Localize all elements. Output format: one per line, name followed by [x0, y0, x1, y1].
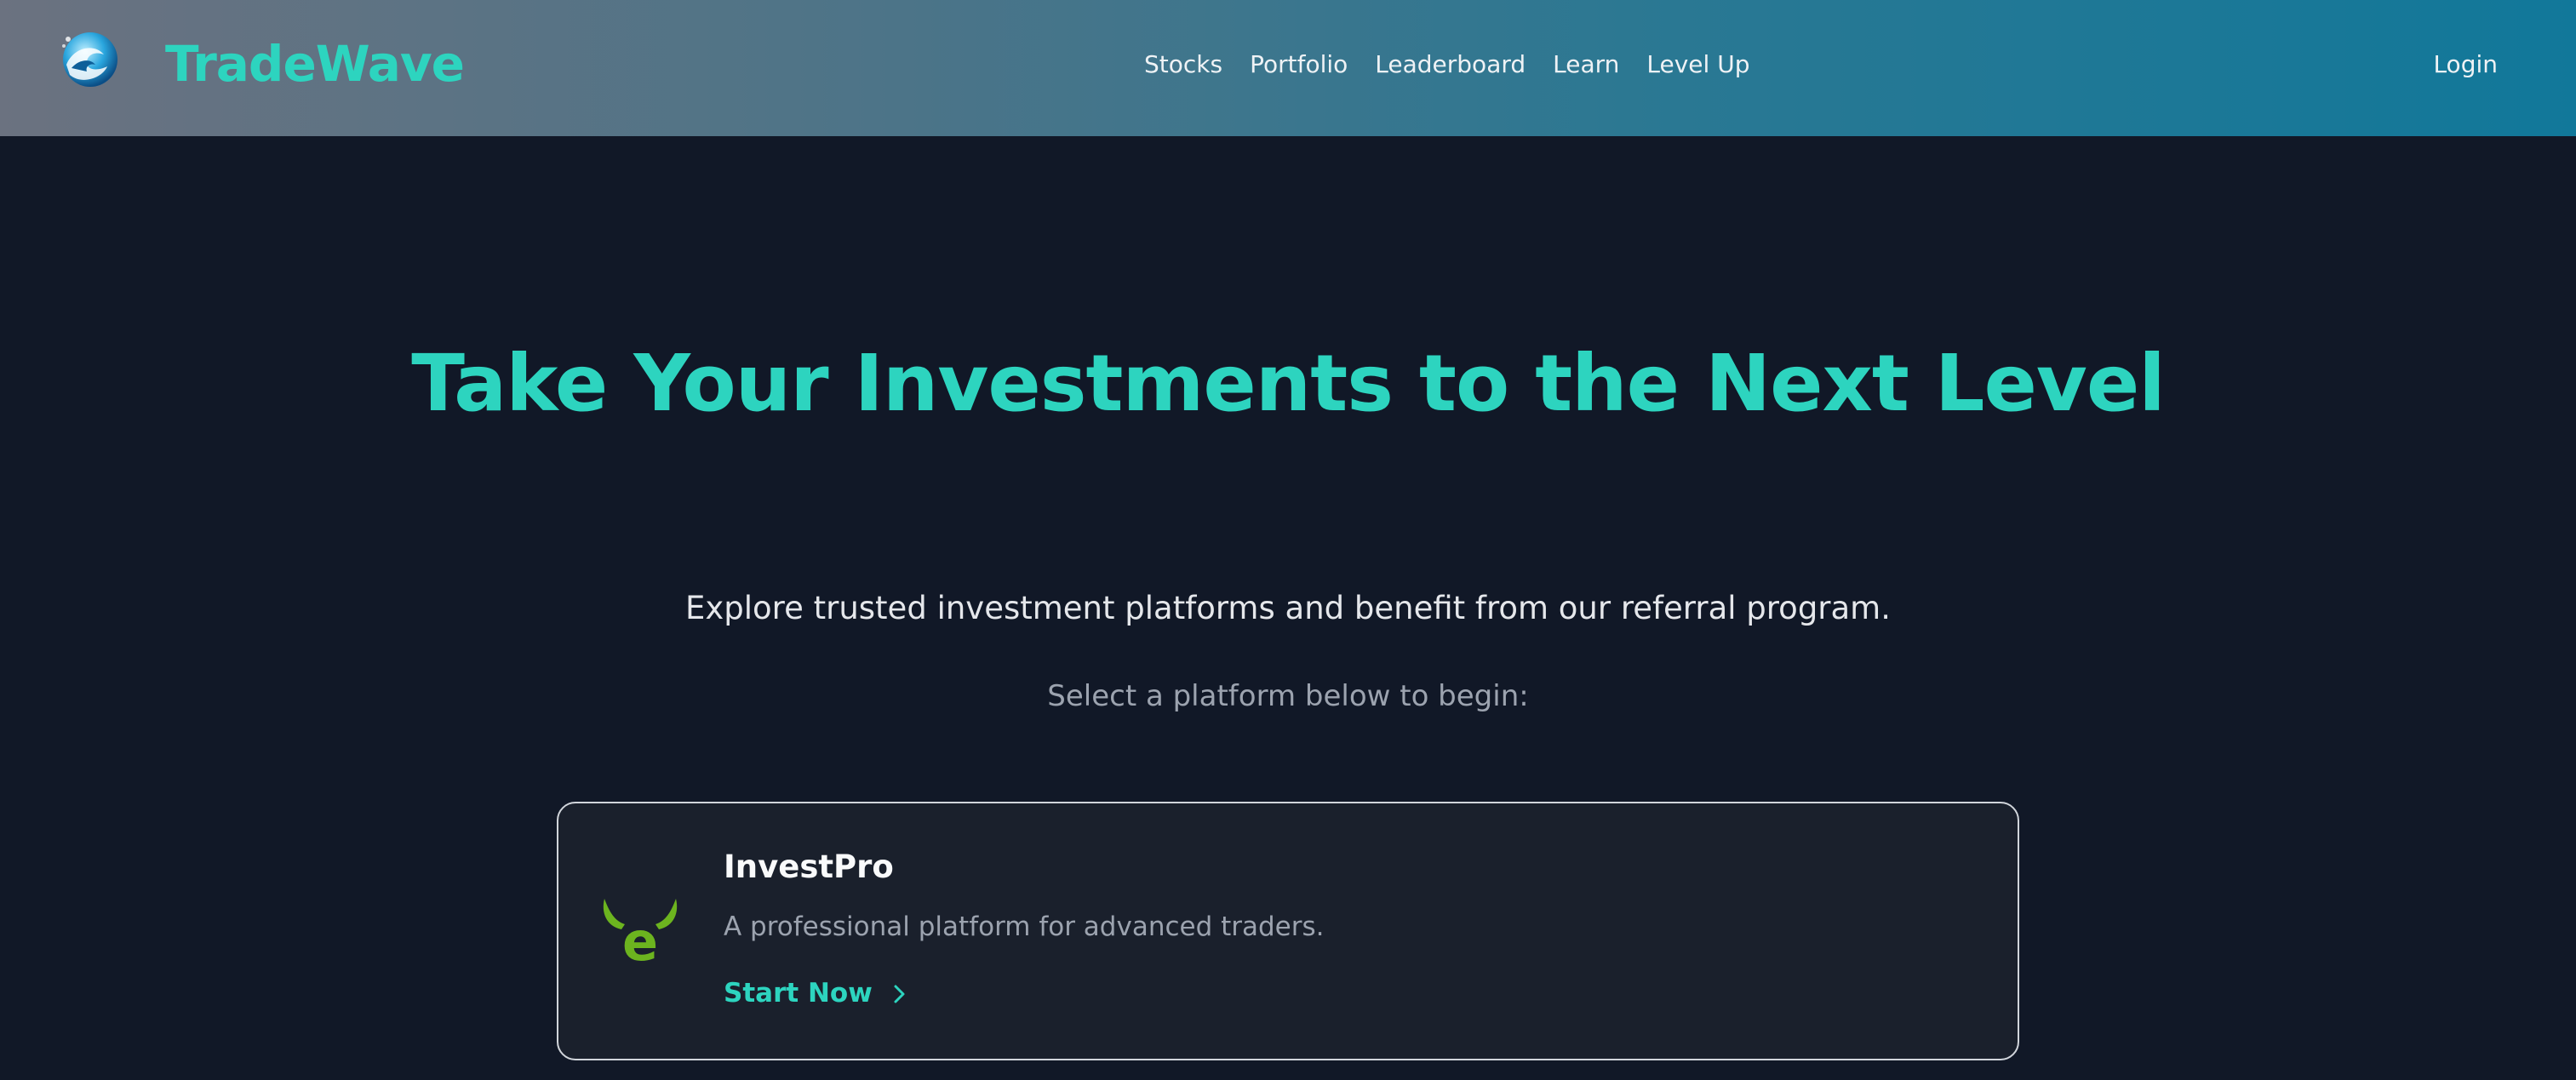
platform-name: InvestPro [724, 849, 894, 885]
svg-text:e: e [622, 911, 658, 965]
nav-item-portfolio[interactable]: Portfolio [1250, 53, 1348, 77]
nav-item-stocks[interactable]: Stocks [1144, 53, 1222, 77]
nav-item-learn[interactable]: Learn [1553, 53, 1619, 77]
bull-e-logo-icon: e [603, 899, 678, 965]
platform-description: A professional platform for advanced tra… [724, 911, 1325, 942]
platform-card-investpro[interactable]: e InvestPro A professional platform for … [557, 802, 2019, 1060]
login-button[interactable]: Login [2433, 53, 2498, 77]
page-title: Take Your Investments to the Next Level [411, 338, 2166, 429]
chevron-right-icon [894, 985, 905, 1003]
main-nav: Stocks Portfolio Leaderboard Learn Level… [1144, 53, 1749, 77]
hero-subtitle: Explore trusted investment platforms and… [685, 590, 1891, 626]
top-navbar: TradeWave Stocks Portfolio Leaderboard L… [0, 0, 2576, 136]
nav-item-leaderboard[interactable]: Leaderboard [1375, 53, 1526, 77]
nav-item-level-up[interactable]: Level Up [1646, 53, 1749, 77]
hero-hint: Select a platform below to begin: [1047, 679, 1529, 713]
brand-name[interactable]: TradeWave [165, 39, 465, 89]
start-now-link[interactable]: Start Now [724, 980, 908, 1007]
wave-logo-icon[interactable] [56, 26, 123, 92]
start-now-label: Start Now [724, 978, 873, 1009]
